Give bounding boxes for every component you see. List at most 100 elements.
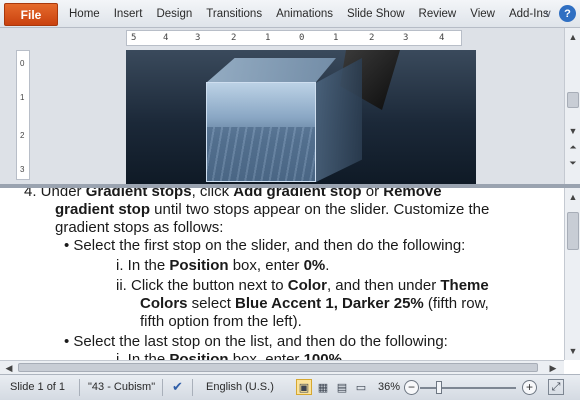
text-run: i. In the <box>116 351 170 360</box>
notes-horizontal-scrollbar[interactable]: ◀ ▶ <box>0 360 564 374</box>
tab-insert[interactable]: Insert <box>107 8 150 20</box>
notes-line: fifth option from the left). <box>140 313 302 331</box>
horizontal-scroll-thumb[interactable] <box>18 363 538 372</box>
bold-text-run: Blue Accent 1, Darker 25% <box>235 295 424 312</box>
status-bar: Slide 1 of 1 "43 - Cubism" ✔ English (U.… <box>0 374 580 400</box>
text-run: , click <box>191 188 234 200</box>
ruler-mark: 0 <box>299 33 305 43</box>
notes-pane[interactable]: 4. Under Gradient stops, click Add gradi… <box>0 188 564 360</box>
bold-text-run: Color <box>287 277 327 294</box>
text-run: (fifth row, <box>423 295 489 312</box>
tab-transitions[interactable]: Transitions <box>199 8 269 20</box>
tab-animations[interactable]: Animations <box>269 8 340 20</box>
ruler-mark: 3 <box>20 165 25 174</box>
tab-review[interactable]: Review <box>412 8 464 20</box>
notes-line: gradient stop until two stops appear on … <box>55 201 489 219</box>
tab-design[interactable]: Design <box>149 8 199 20</box>
ruler-mark: 1 <box>333 33 339 43</box>
help-icon[interactable]: ? <box>559 5 576 22</box>
ruler-mark: 0 <box>20 59 25 68</box>
text-run: or <box>361 188 384 200</box>
spell-check-icon[interactable]: ✔ <box>172 379 183 395</box>
previous-slide-icon[interactable]: ⏶ <box>566 140 580 154</box>
slide-scroll-thumb[interactable] <box>567 92 579 108</box>
vertical-ruler: 0 1 2 3 <box>16 50 30 180</box>
slide-scrollbar[interactable]: ▲ ▼ ⏶ ⏷ <box>564 28 580 184</box>
ruler-mark: 1 <box>265 33 271 43</box>
horizontal-ruler: 5 4 3 2 1 0 1 2 3 4 <box>126 30 462 46</box>
text-run: box, enter <box>228 257 304 274</box>
ruler-mark: 4 <box>439 33 445 43</box>
text-run: until two stops appear on the slider. Cu… <box>150 201 490 218</box>
ruler-mark: 2 <box>231 33 237 43</box>
notes-line: Colors select Blue Accent 1, Darker 25% … <box>140 295 489 313</box>
scroll-up-icon[interactable]: ▲ <box>566 190 580 204</box>
slide-sorter-icon[interactable]: ▦ <box>315 379 331 395</box>
cube-picture[interactable] <box>206 82 316 182</box>
bold-text-run: Position <box>169 351 229 360</box>
bold-text-run: 0% <box>303 257 326 274</box>
divider <box>192 379 193 396</box>
ruler-mark: 5 <box>131 33 137 43</box>
notes-line: ii. Click the button next to Color, and … <box>116 277 489 295</box>
scroll-right-icon[interactable]: ▶ <box>546 361 560 375</box>
tab-view[interactable]: View <box>463 8 502 20</box>
text-run: ii. Click the button next to <box>116 277 288 294</box>
bold-text-run: gradient stop <box>55 201 151 218</box>
text-run: gradient stops as follows: <box>55 219 224 236</box>
notes-line: 4. Under Gradient stops, click Add gradi… <box>24 188 442 201</box>
scroll-down-icon[interactable]: ▼ <box>566 124 580 138</box>
text-run: fifth option from the left). <box>140 313 302 330</box>
tab-slide-show[interactable]: Slide Show <box>340 8 412 20</box>
slide-pane: 5 4 3 2 1 0 1 2 3 4 0 1 2 3 <box>0 28 580 184</box>
zoom-slider-track[interactable] <box>420 387 516 389</box>
boardwalk-texture <box>207 127 315 181</box>
notes-scrollbar[interactable]: ▲ ▼ <box>564 188 580 360</box>
bold-text-run: Gradient stops <box>85 188 192 200</box>
notes-line: gradient stops as follows: <box>55 219 223 237</box>
minimize-ribbon-icon[interactable]: ∨ <box>544 7 552 20</box>
zoom-slider-thumb[interactable] <box>436 381 442 394</box>
scroll-up-icon[interactable]: ▲ <box>566 30 580 44</box>
ruler-mark: 4 <box>163 33 169 43</box>
zoom-out-icon[interactable]: − <box>404 380 419 395</box>
bold-text-run: Add gradient stop <box>233 188 362 200</box>
divider <box>79 379 80 396</box>
zoom-in-icon[interactable]: + <box>522 380 537 395</box>
ruler-mark: 2 <box>369 33 375 43</box>
language-indicator[interactable]: English (U.S.) <box>206 381 274 393</box>
slide-canvas[interactable] <box>126 50 476 184</box>
scroll-down-icon[interactable]: ▼ <box>566 344 580 358</box>
scroll-left-icon[interactable]: ◀ <box>2 361 16 375</box>
reading-view-icon[interactable]: ▤ <box>334 379 350 395</box>
text-run: i. In the <box>116 257 170 274</box>
slide-show-icon[interactable]: ▭ <box>353 379 369 395</box>
notes-scroll-thumb[interactable] <box>567 212 579 250</box>
text-run: select <box>187 295 236 312</box>
text-run: . <box>325 257 330 274</box>
slide-counter: Slide 1 of 1 <box>10 381 66 393</box>
notes-line: i. In the Position box, enter 100% <box>116 351 342 360</box>
ruler-mark: 2 <box>20 131 25 140</box>
cube-side-face <box>316 58 362 182</box>
theme-name[interactable]: "43 - Cubism" <box>88 381 155 393</box>
bold-text-run: Position <box>169 257 229 274</box>
ribbon-tab-bar: File Home Insert Design Transitions Anim… <box>0 0 580 28</box>
tab-home[interactable]: Home <box>62 8 107 20</box>
normal-view-icon[interactable]: ▣ <box>296 379 312 395</box>
ruler-mark: 1 <box>20 93 25 102</box>
notes-line: i. In the Position box, enter 0%. <box>116 257 329 275</box>
bold-text-run: 100% <box>303 351 342 360</box>
file-tab[interactable]: File <box>4 3 58 26</box>
ruler-mark: 3 <box>195 33 201 43</box>
bold-text-run: Colors <box>140 295 188 312</box>
text-run: , and then under <box>326 277 441 294</box>
bold-text-run: Theme <box>440 277 489 294</box>
text-run: 4. Under <box>24 188 86 200</box>
cube-top-face <box>206 58 336 83</box>
divider <box>162 379 163 396</box>
next-slide-icon[interactable]: ⏷ <box>566 156 580 170</box>
ruler-mark: 3 <box>403 33 409 43</box>
fit-to-window-icon[interactable]: ⤢ <box>548 379 564 395</box>
zoom-level[interactable]: 36% <box>378 381 400 393</box>
